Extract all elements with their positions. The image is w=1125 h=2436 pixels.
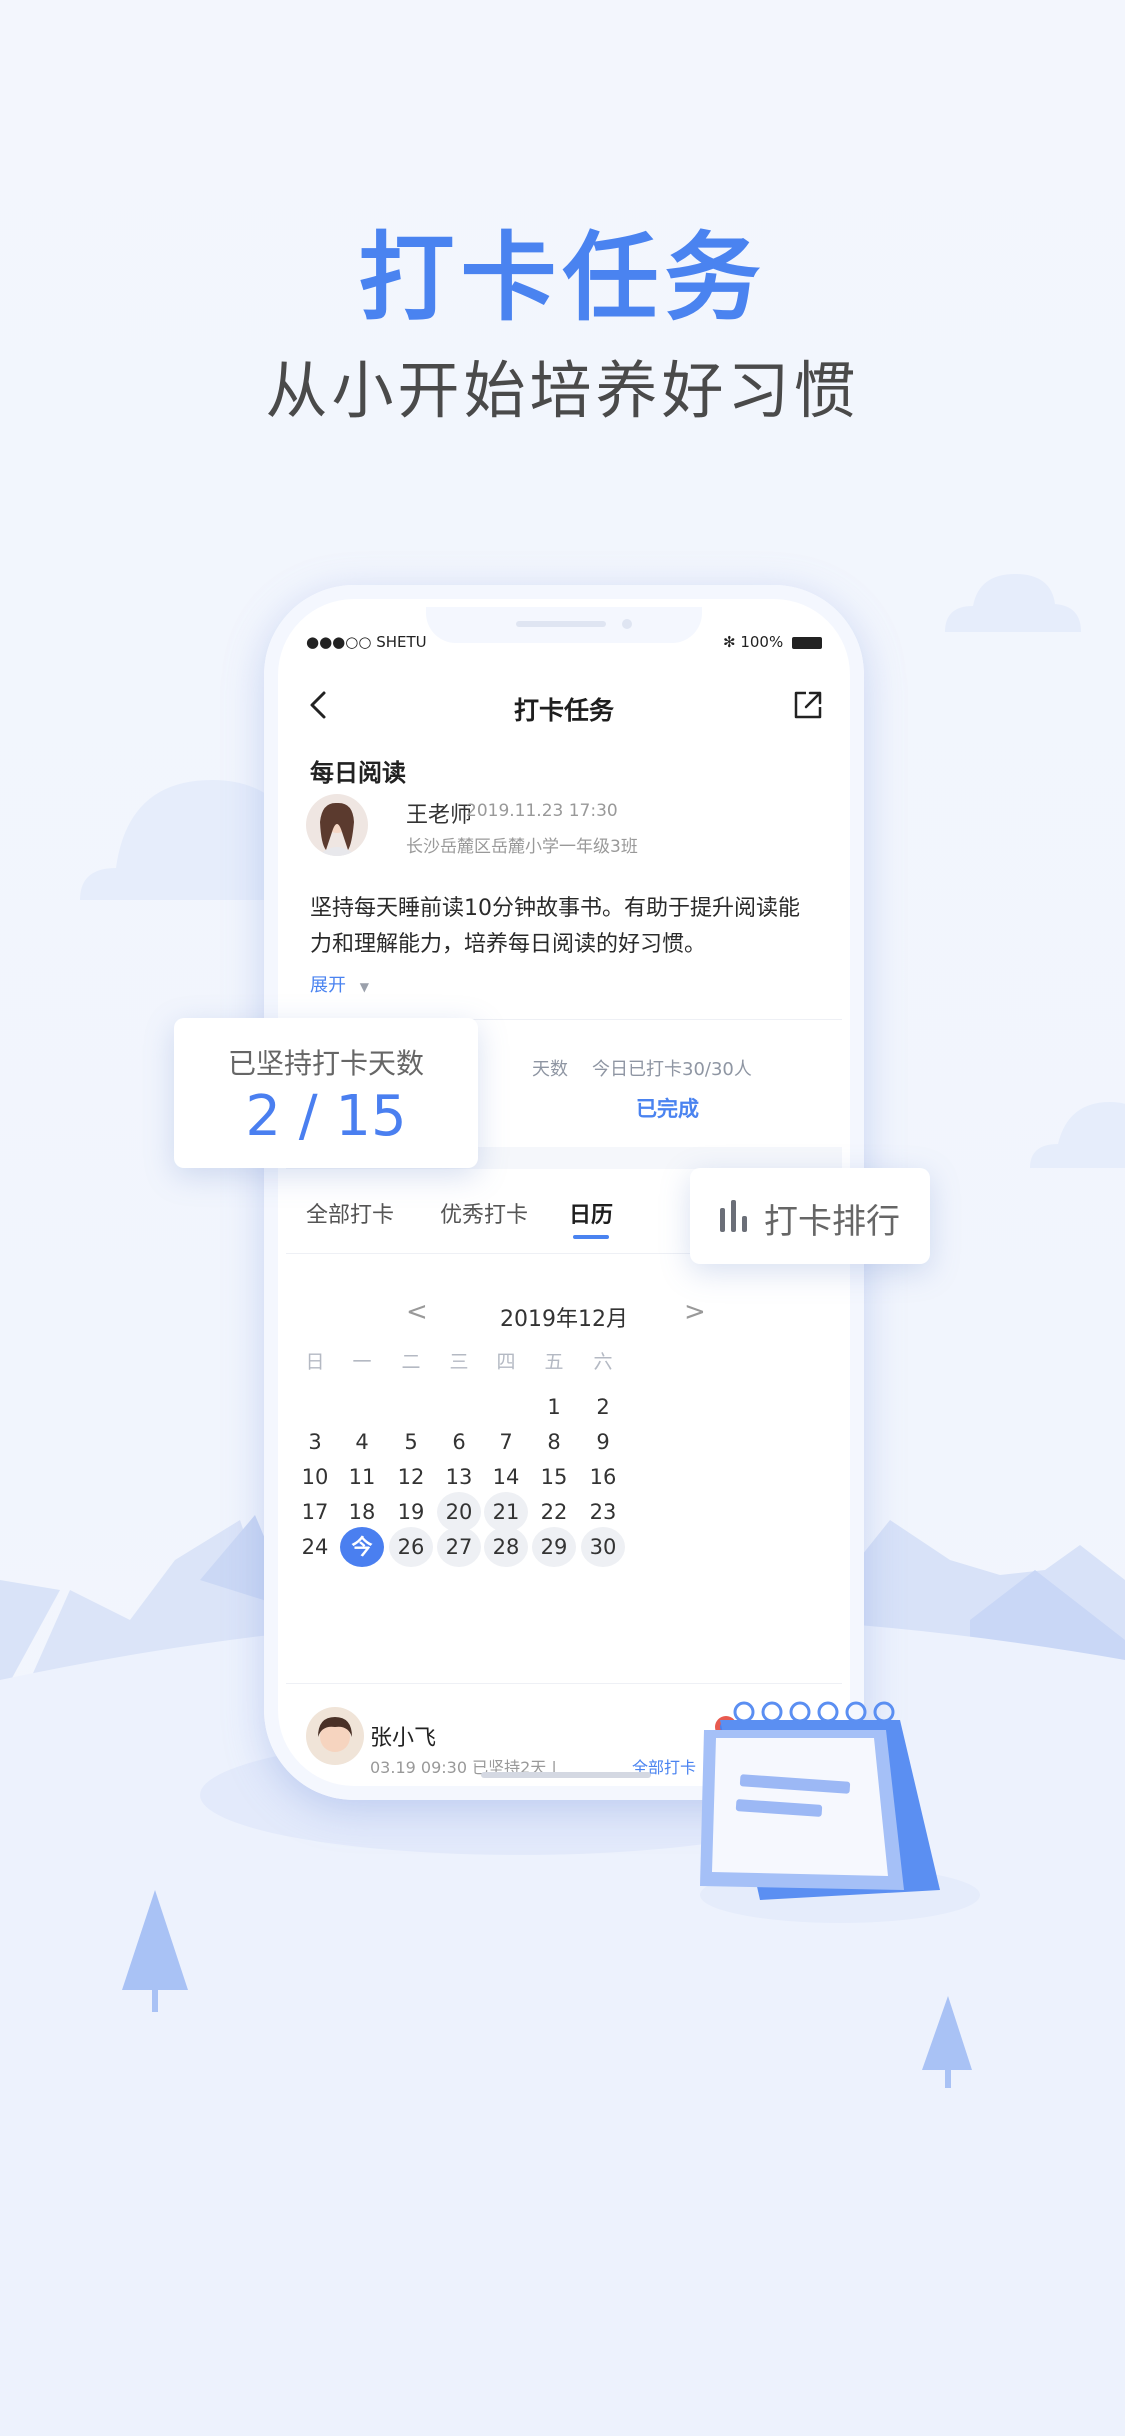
weekday-label: 四 [496,1351,516,1373]
student-name: 张小飞 [370,1726,437,1751]
tree-trunk [152,1988,158,2012]
task-description: 坚持每天睡前读10分钟故事书。有助于提升阅读能力和理解能力，培养每日阅读的好习惯… [310,896,800,957]
calendar-day[interactable]: 2 [581,1387,625,1427]
calendar-day[interactable]: 20 [437,1492,481,1532]
nav-bar: 打卡任务 [286,677,842,737]
expand-label: 展开 [310,975,346,996]
cloud [1030,1102,1125,1168]
streak-stat-label: 天数 [532,1059,568,1080]
bar-chart-icon [720,1200,747,1232]
divider [286,1683,842,1684]
calendar-day[interactable]: 29 [532,1527,576,1567]
calendar-day[interactable]: 19 [389,1492,433,1532]
nav-title: 打卡任务 [513,696,614,725]
caret-down-icon: ▼ [359,980,369,994]
camera [622,619,632,629]
calendar-day[interactable]: 12 [389,1457,433,1497]
calendar-illustration [700,1701,940,1900]
teacher-avatar [306,794,368,856]
next-month-button[interactable]: > [684,1297,706,1327]
hero-subtitle: 从小开始培养好习惯 [265,354,860,427]
month-title: 2019年12月 [500,1307,628,1332]
post-time: 2019.11.23 17:30 [466,801,618,821]
active-tab-indicator [573,1235,609,1239]
calendar-day[interactable]: 28 [484,1527,528,1567]
calendar-day[interactable]: 5 [389,1422,433,1462]
share-icon[interactable] [788,685,828,725]
battery-text: 100% [740,633,784,651]
status-right: ✻ 100% [723,633,822,651]
streak-label: 已坚持打卡天数 [227,1047,424,1080]
calendar-day[interactable]: 24 [293,1527,337,1567]
calendar-day[interactable]: 1 [532,1387,576,1427]
calendar-day[interactable]: 7 [484,1422,528,1462]
weekday-label: 二 [401,1351,421,1373]
calendar-day[interactable]: 4 [340,1422,384,1462]
carrier-text: ●●●○○ SHETU [306,633,427,651]
weekday-label: 一 [352,1351,372,1373]
weekday-label: 六 [593,1351,613,1373]
cloud [945,574,1081,632]
weekday-label: 五 [544,1351,564,1373]
teacher-name: 王老师 [406,803,473,828]
calendar-day[interactable]: 27 [437,1527,481,1567]
calendar-day[interactable]: 16 [581,1457,625,1497]
teacher-school: 长沙岳麓区岳麓小学一年级3班 [406,837,638,857]
task-title: 每日阅读 [310,759,406,787]
calendar-day-today[interactable]: 今 [340,1527,384,1567]
calendar-day[interactable]: 3 [293,1422,337,1462]
student-avatar [306,1707,364,1765]
today-status: 已完成 [636,1097,699,1121]
weekday-label: 日 [305,1351,325,1373]
today-stat-label: 今日已打卡30/30人 [592,1059,752,1080]
calendar-day[interactable]: 23 [581,1492,625,1532]
battery-icon [792,636,822,649]
calendar-day[interactable]: 10 [293,1457,337,1497]
calendar-day[interactable]: 21 [484,1492,528,1532]
ranking-label: 打卡排行 [764,1202,900,1242]
tab-calendar[interactable]: 日历 [569,1197,613,1229]
streak-card: 已坚持打卡天数 2 / 15 [174,1018,478,1168]
calendar-day[interactable]: 15 [532,1457,576,1497]
status-bar: ●●●○○ SHETU ✻ 100% [286,633,842,663]
weekday-label: 三 [449,1351,469,1373]
tab-excellent-checkins[interactable]: 优秀打卡 [440,1197,528,1229]
bluetooth-icon: ✻ [722,633,736,651]
home-indicator [481,1772,651,1778]
hero-title: 打卡任务 [358,222,767,334]
calendar-day[interactable]: 26 [389,1527,433,1567]
expand-link[interactable]: 展开 ▼ [310,971,369,997]
calendar-day[interactable]: 9 [581,1422,625,1462]
calendar-day[interactable]: 6 [437,1422,481,1462]
tab-all-checkins[interactable]: 全部打卡 [306,1197,394,1229]
calendar-day[interactable]: 11 [340,1457,384,1497]
month-switcher: < 2019年12月 > [286,1297,842,1337]
calendar-day[interactable]: 22 [532,1492,576,1532]
tree-trunk [945,2068,951,2088]
streak-value: 2 / 15 [245,1084,407,1149]
speaker [516,621,606,627]
calendar-day[interactable]: 14 [484,1457,528,1497]
calendar-day[interactable]: 8 [532,1422,576,1462]
calendar-day[interactable]: 30 [581,1527,625,1567]
calendar-day[interactable]: 13 [437,1457,481,1497]
calendar-day[interactable]: 18 [340,1492,384,1532]
calendar-day[interactable]: 17 [293,1492,337,1532]
ranking-card[interactable]: 打卡排行 [690,1168,930,1264]
